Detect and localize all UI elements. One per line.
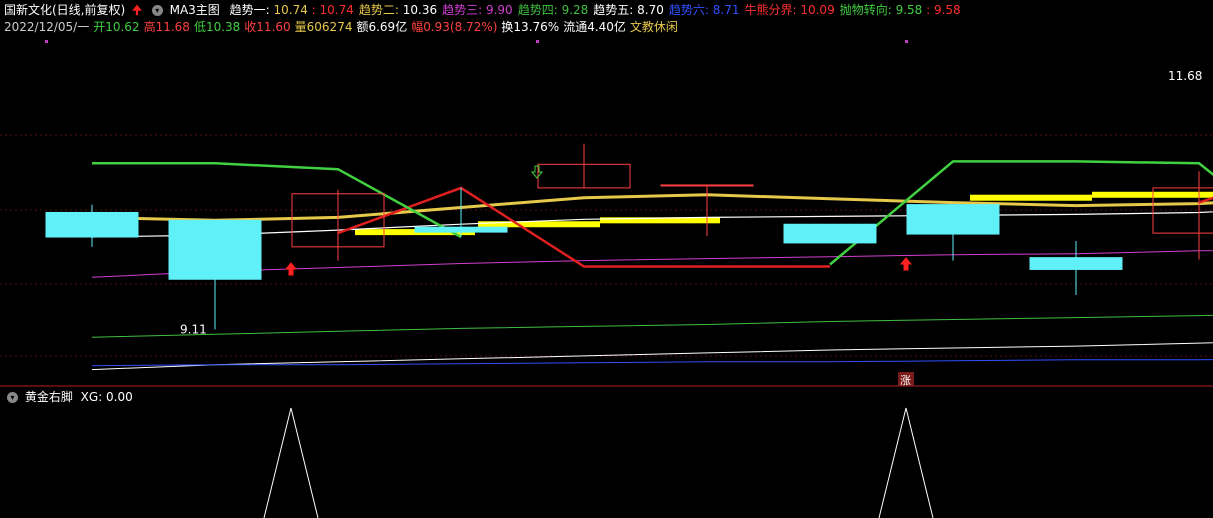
- signal-up-arrow: [899, 257, 913, 271]
- signal-up-arrow: [284, 262, 298, 276]
- yellow-band: [478, 221, 600, 228]
- trend-line: [337, 186, 1213, 268]
- price-chart: 11.68 9.11 涨: [0, 40, 1213, 518]
- xg-signal-spike: [878, 407, 934, 518]
- candle-body: [906, 204, 1000, 235]
- xg-signal-spike: [263, 407, 319, 518]
- yellow-band: [970, 194, 1092, 201]
- low-label: 9.11: [180, 322, 207, 336]
- marker-dot: [536, 40, 539, 43]
- sub-panel-header: ▾ 黄金右脚 XG: 0.00: [4, 389, 133, 405]
- dropdown-icon[interactable]: ▾: [7, 392, 18, 403]
- sub-panel-title[interactable]: 黄金右脚: [25, 390, 73, 404]
- marker-dot: [45, 40, 48, 43]
- candle-body: [783, 223, 877, 244]
- candle-body: [1029, 257, 1123, 270]
- candle-body: [660, 184, 754, 187]
- high-label: 11.68: [1168, 69, 1202, 83]
- zhang-label: 涨: [900, 374, 911, 387]
- candle-body: [168, 219, 262, 280]
- candle-body: [414, 226, 508, 233]
- xg-value: XG: 0.00: [80, 390, 133, 404]
- marker-dot: [905, 40, 908, 43]
- candle-body: [45, 211, 139, 238]
- trend-line: [91, 314, 1213, 338]
- signal-down-arrow: [530, 165, 544, 179]
- trend-line: [91, 359, 1213, 367]
